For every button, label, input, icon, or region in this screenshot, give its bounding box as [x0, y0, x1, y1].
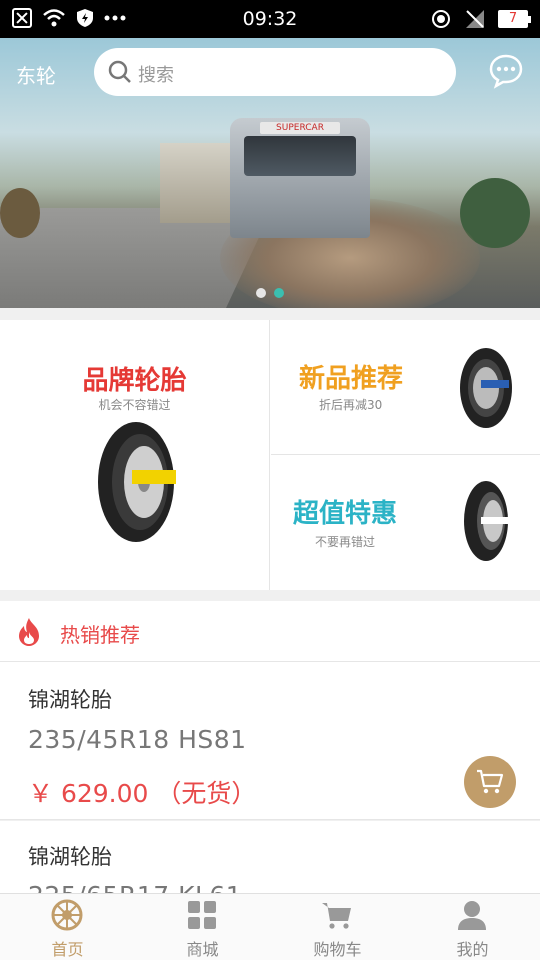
product-brand: 锦湖轮胎: [28, 845, 112, 869]
truck-windshield: [244, 136, 356, 176]
banner-rock: [0, 188, 40, 238]
battery-icon: 7: [498, 10, 531, 28]
category-grid: 品牌轮胎 机会不容错过 新品推荐 折后再减30 超值特惠 不要再错过: [0, 320, 540, 590]
product-brand: 锦湖轮胎: [28, 688, 112, 712]
promo-banner[interactable]: SUPERCAR 东轮 搜索: [0, 38, 540, 308]
tab-mall-label: 商城: [186, 940, 219, 959]
category-brand-subtitle: 机会不容错过: [98, 398, 171, 412]
header-bar: 东轮 搜索: [0, 38, 540, 108]
add-to-cart-button[interactable]: [464, 756, 516, 808]
category-new-title: 新品推荐: [299, 364, 404, 394]
tab-cart-label: 购物车: [313, 940, 362, 959]
city-selector[interactable]: 东轮: [16, 60, 56, 89]
truck-trailer: [160, 143, 240, 223]
status-right-icons: 7: [430, 8, 531, 30]
truck-cab: SUPERCAR: [230, 118, 370, 238]
category-brand-title: 品牌轮胎: [82, 366, 187, 396]
hot-section-header: 热销推荐: [0, 601, 540, 662]
no-signal-icon: [466, 10, 484, 28]
tire-image-bridgestone: [464, 481, 511, 561]
banner-truck: SUPERCAR: [160, 113, 380, 263]
fire-icon: [19, 618, 39, 646]
product-card[interactable]: 锦湖轮胎 225/65R17 KL61: [0, 821, 540, 893]
tab-home-label: 首页: [51, 940, 84, 959]
category-brand-tires[interactable]: 品牌轮胎 机会不容错过: [0, 320, 270, 590]
banner-dot-1[interactable]: [256, 288, 266, 298]
category-new-products[interactable]: 新品推荐 折后再减30: [271, 320, 540, 455]
banner-dot-2[interactable]: [274, 288, 284, 298]
cart-icon: [477, 769, 504, 794]
status-bar: 09:32 7: [0, 0, 540, 38]
tab-profile[interactable]: 我的: [405, 894, 540, 960]
category-new-subtitle: 折后再减30: [319, 398, 383, 412]
category-value-deals[interactable]: 超值特惠 不要再错过: [271, 455, 540, 590]
user-icon: [458, 901, 486, 930]
tab-home[interactable]: 首页: [0, 894, 135, 960]
tire-image-michelin: [460, 348, 512, 428]
grid-icon: [188, 901, 216, 929]
product-card[interactable]: 锦湖轮胎 235/45R18 HS81 ￥ 629.00 （无货）: [0, 662, 540, 820]
tab-mall[interactable]: 商城: [135, 894, 270, 960]
category-deal-subtitle: 不要再错过: [315, 535, 376, 549]
search-icon: [108, 60, 131, 83]
tab-profile-label: 我的: [456, 940, 489, 959]
tab-cart[interactable]: 购物车: [270, 894, 405, 960]
home-tire-icon: [51, 899, 83, 931]
search-input[interactable]: 搜索: [94, 48, 456, 96]
category-deal-title: 超值特惠: [293, 499, 398, 529]
search-placeholder: 搜索: [138, 65, 174, 86]
cart-icon: [322, 903, 351, 929]
product-model: 235/45R18 HS81: [28, 725, 247, 754]
message-icon[interactable]: [488, 53, 524, 89]
product-model: 225/65R17 KL61: [28, 881, 242, 893]
hot-section-title: 热销推荐: [60, 623, 140, 647]
banner-pagination: [256, 288, 284, 298]
tire-image-dunlop: [98, 422, 176, 542]
truck-logo: SUPERCAR: [260, 122, 340, 134]
bottom-tab-bar: 首页 商城 购物车 我的: [0, 893, 540, 960]
location-icon: [432, 10, 450, 28]
product-price: ￥ 629.00 （无货）: [28, 779, 257, 808]
